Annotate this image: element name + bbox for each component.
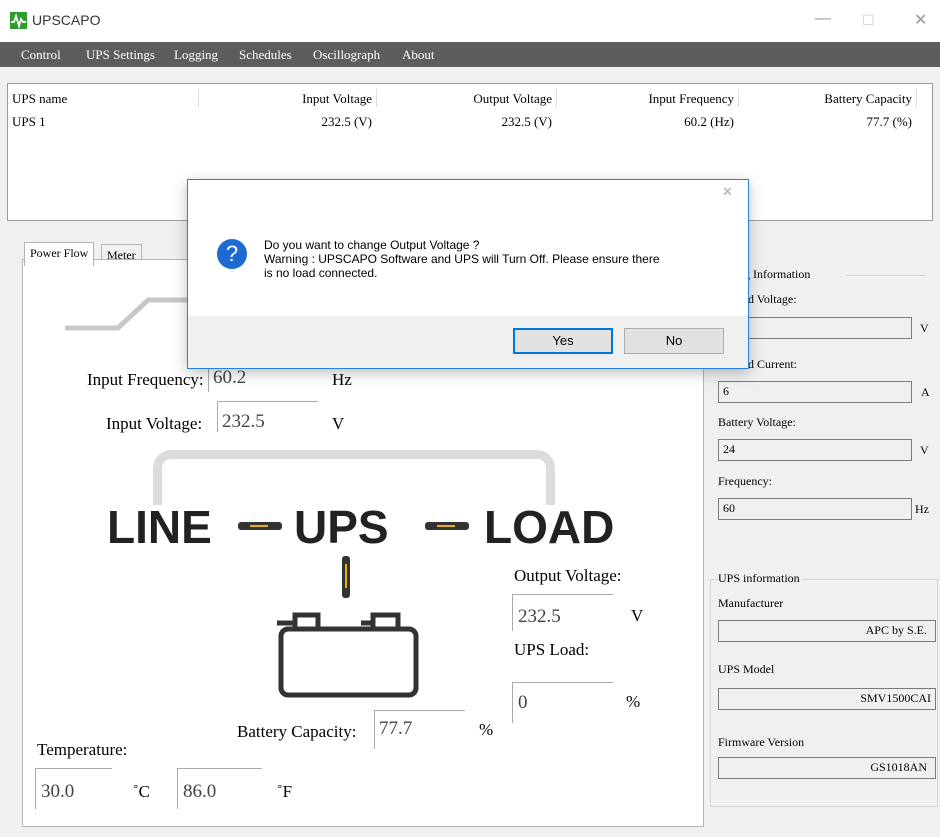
input-voltage-label: Input Voltage: xyxy=(106,414,203,433)
firmware-version-field: GS1018AN xyxy=(718,757,936,779)
cell-battery-capacity: 77.7 (%) xyxy=(866,114,913,129)
menu-ups-settings[interactable]: UPS Settings xyxy=(86,47,155,63)
battery-capacity-value: 77.7 xyxy=(379,718,413,739)
rated-voltage-unit: V xyxy=(920,321,929,335)
yes-button[interactable]: Yes xyxy=(513,328,613,354)
ups-model-field: SMV1500CAI xyxy=(718,688,936,710)
line-to-ups-arrow-icon xyxy=(238,522,282,530)
battery-voltage-unit: V xyxy=(920,443,929,457)
load-label: LOAD xyxy=(484,501,615,553)
input-frequency-unit: Hz xyxy=(332,370,352,389)
output-voltage-label: Output Voltage: xyxy=(514,566,622,585)
temperature-c-value: 30.0 xyxy=(41,781,75,802)
firmware-version-label: Firmware Version xyxy=(718,735,805,749)
minimize-button[interactable]: — xyxy=(815,10,831,28)
battery-voltage-label: Battery Voltage: xyxy=(718,415,796,429)
ups-model-label: UPS Model xyxy=(718,662,775,676)
rated-current-unit: A xyxy=(921,385,930,399)
cell-ups-name: UPS 1 xyxy=(12,114,46,129)
group-divider xyxy=(846,275,926,276)
cell-input-frequency: 60.2 (Hz) xyxy=(684,114,734,129)
frequency-field: 60 xyxy=(718,498,912,520)
menu-logging[interactable]: Logging xyxy=(174,47,218,63)
column-header-output-voltage[interactable]: Output Voltage xyxy=(376,91,552,107)
title-bar: UPSCAPO — ☐ ✕ xyxy=(0,0,940,42)
close-button[interactable]: ✕ xyxy=(914,10,927,30)
battery-voltage-field: 24 xyxy=(718,439,912,461)
column-divider xyxy=(916,89,917,107)
menu-schedules[interactable]: Schedules xyxy=(239,47,292,63)
confirm-dialog: ✕ ? Do you want to change Output Voltage… xyxy=(187,179,749,369)
dialog-warning-text: Warning : UPSCAPO Software and UPS will … xyxy=(264,252,660,266)
menu-bar: Control UPS Settings Logging Schedules O… xyxy=(0,42,940,67)
temperature-f-unit: ˚F xyxy=(277,782,293,801)
battery-icon xyxy=(277,612,419,698)
rated-current-label: d Current: xyxy=(748,357,797,371)
manufacturer-field: APC by S.E. xyxy=(718,620,936,642)
input-flow-line-icon xyxy=(65,297,203,331)
output-voltage-unit: V xyxy=(631,606,644,625)
dialog-close-button[interactable]: ✕ xyxy=(722,184,733,200)
cell-input-voltage: 232.5 (V) xyxy=(321,114,372,129)
rating-information-title: g Information xyxy=(744,267,811,281)
manufacturer-label: Manufacturer xyxy=(718,596,784,610)
temperature-label: Temperature: xyxy=(37,740,128,759)
ups-to-load-arrow-icon xyxy=(425,522,469,530)
ups-load-unit: % xyxy=(626,692,641,711)
input-frequency-value: 60.2 xyxy=(213,367,247,388)
tab-power-flow[interactable]: Power Flow xyxy=(24,242,95,266)
menu-control[interactable]: Control xyxy=(21,47,61,63)
question-icon: ? xyxy=(217,239,247,269)
bypass-bracket xyxy=(153,450,555,505)
rated-voltage-label: d Voltage: xyxy=(748,292,797,306)
app-logo-icon xyxy=(10,12,27,30)
input-frequency-label: Input Frequency: xyxy=(87,370,204,389)
battery-capacity-unit: % xyxy=(479,720,494,739)
battery-capacity-label: Battery Capacity: xyxy=(237,722,357,741)
menu-oscillograph[interactable]: Oscillograph xyxy=(313,47,380,63)
cell-output-voltage: 232.5 (V) xyxy=(501,114,552,129)
column-header-input-frequency[interactable]: Input Frequency xyxy=(556,91,734,107)
output-voltage-value: 232.5 xyxy=(518,606,561,627)
input-voltage-unit: V xyxy=(332,414,345,433)
column-header-input-voltage[interactable]: Input Voltage xyxy=(198,91,372,107)
line-label: LINE xyxy=(107,501,212,553)
ups-to-battery-arrow-icon xyxy=(342,556,350,598)
frequency-unit: Hz xyxy=(915,502,929,516)
ups-label: UPS xyxy=(294,501,389,553)
menu-about[interactable]: About xyxy=(402,47,435,63)
ups-load-label: UPS Load: xyxy=(514,640,590,659)
window-title: UPSCAPO xyxy=(32,12,101,28)
frequency-label: Frequency: xyxy=(718,474,772,488)
temperature-c-unit: ˚C xyxy=(133,782,150,801)
no-button[interactable]: No xyxy=(624,328,724,354)
maximize-button[interactable]: ☐ xyxy=(862,12,875,29)
column-header-ups-name[interactable]: UPS name xyxy=(12,91,67,107)
rated-voltage-field xyxy=(748,317,912,339)
rated-current-field: 6 xyxy=(718,381,912,403)
temperature-f-value: 86.0 xyxy=(183,781,217,802)
ups-information-title: UPS information xyxy=(718,571,803,586)
column-header-battery-capacity[interactable]: Battery Capacity xyxy=(738,91,912,107)
input-voltage-value: 232.5 xyxy=(222,411,265,432)
ups-load-value: 0 xyxy=(518,692,528,713)
dialog-warning-text-2: is no load connected. xyxy=(264,266,378,280)
dialog-question-text: Do you want to change Output Voltage ? xyxy=(264,238,480,252)
